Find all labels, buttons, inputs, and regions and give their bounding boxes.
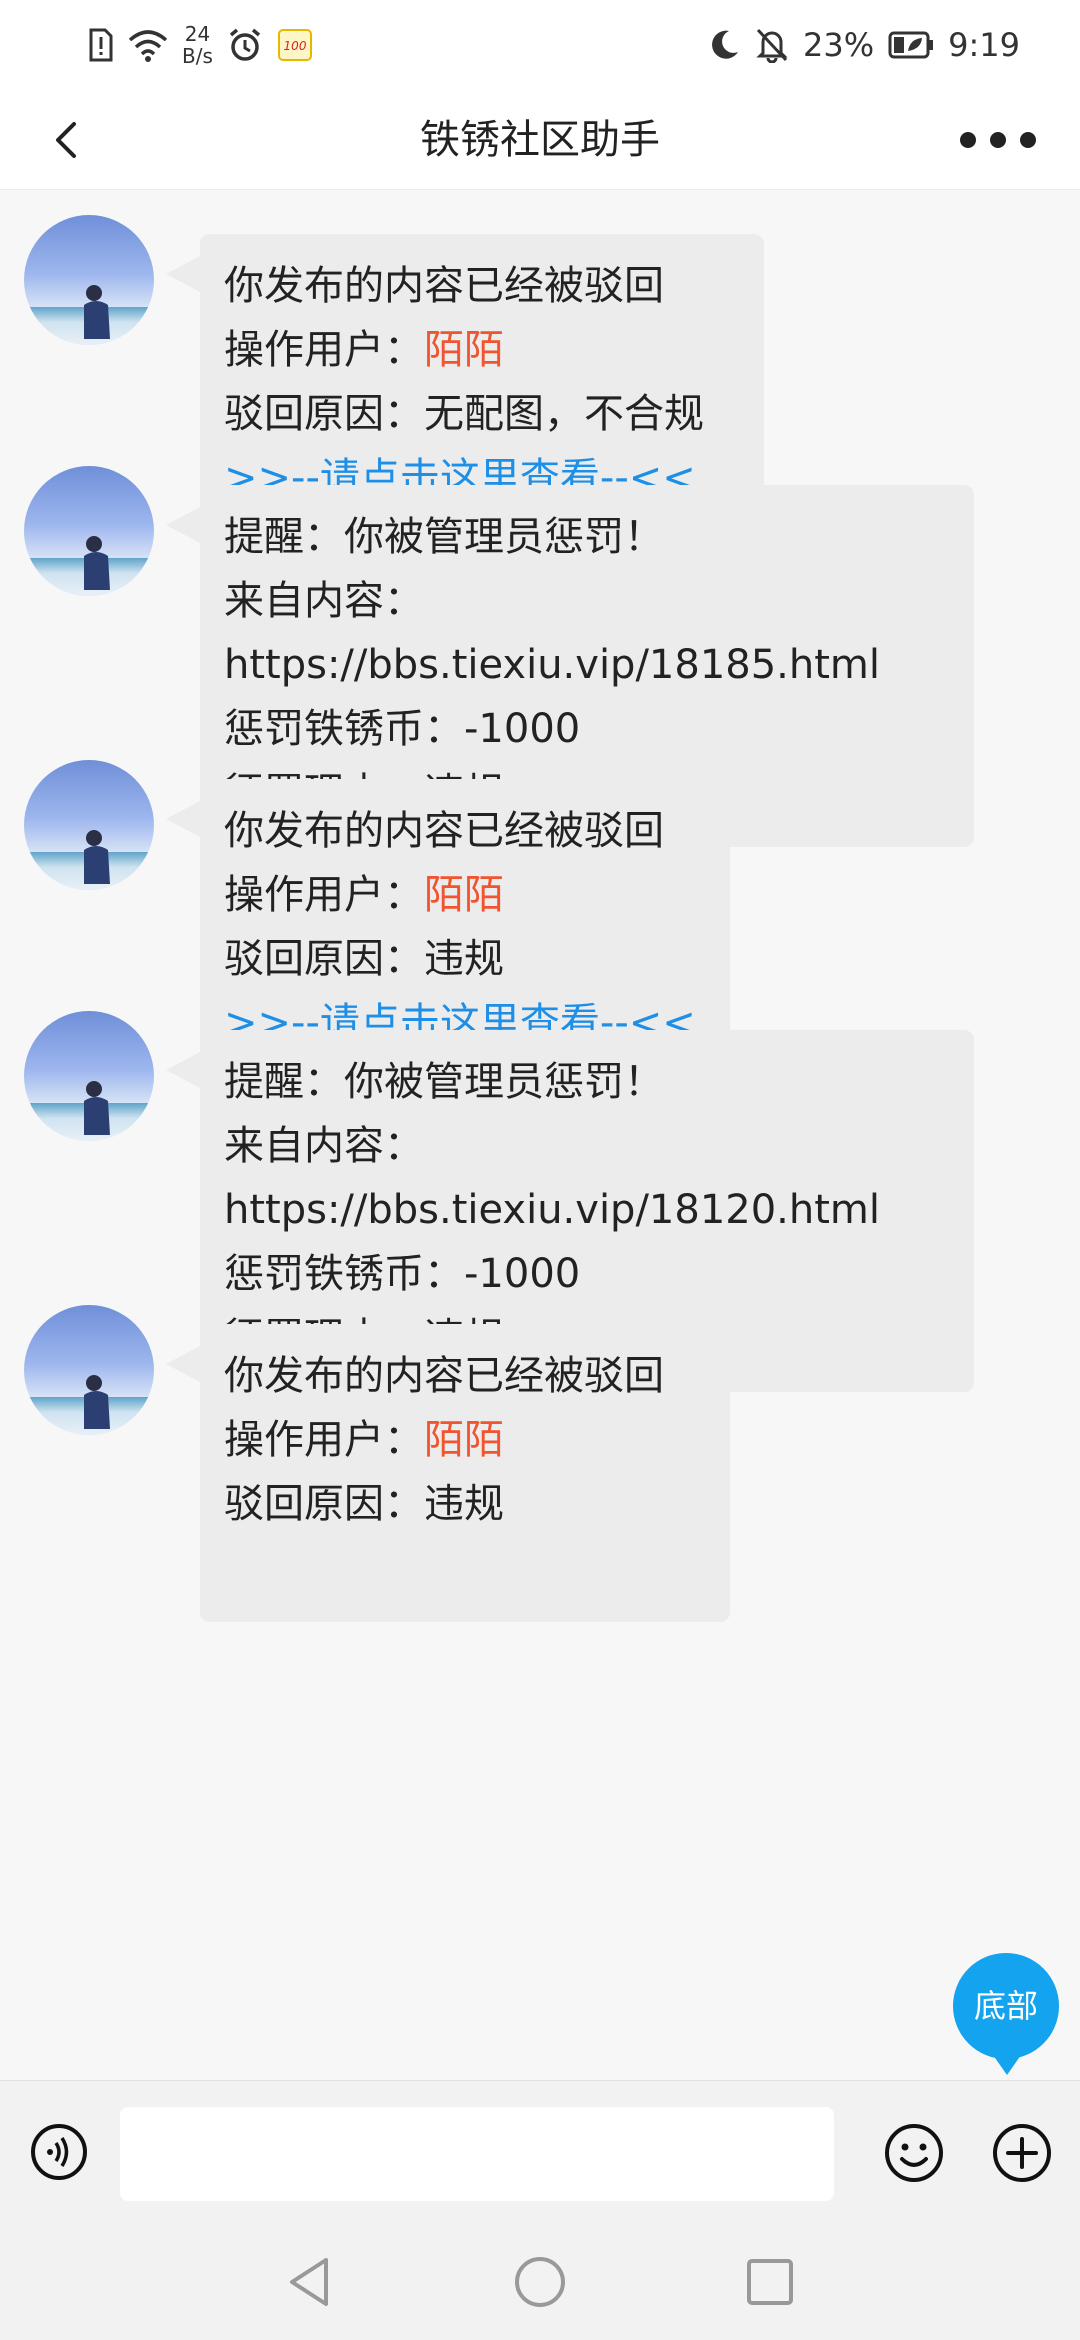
avatar[interactable] bbox=[24, 215, 154, 345]
reject-reason: 驳回原因：违规 bbox=[224, 936, 504, 982]
operator-line: 操作用户：陌陌 bbox=[224, 863, 706, 927]
plus-button[interactable] bbox=[992, 2123, 1052, 2183]
status-bar-right: 23% 9:19 bbox=[709, 18, 1020, 72]
system-nav-bar bbox=[0, 2220, 1080, 2340]
source-label: 来自内容： bbox=[224, 1123, 424, 1169]
operator-label: 操作用户： bbox=[224, 327, 424, 373]
nav-back-icon bbox=[290, 2258, 328, 2306]
nav-recent-icon bbox=[747, 2259, 793, 2305]
emoji-icon bbox=[885, 2124, 943, 2182]
moon-icon bbox=[709, 28, 741, 62]
operator-line: 操作用户：陌陌 bbox=[224, 318, 740, 382]
emoji-button[interactable] bbox=[884, 2123, 944, 2183]
avatar-person bbox=[84, 1375, 110, 1429]
avatar[interactable] bbox=[24, 1305, 154, 1435]
avatar-person bbox=[84, 536, 110, 590]
wifi-icon bbox=[128, 28, 168, 62]
clock: 9:19 bbox=[948, 26, 1020, 64]
network-speed-value: 24 bbox=[184, 22, 211, 46]
nav-back-button[interactable] bbox=[282, 2254, 338, 2310]
status-bar: 24 B/s 100 23% 9:19 bbox=[0, 0, 1080, 90]
voice-button[interactable] bbox=[30, 2123, 88, 2181]
battery-saver-icon bbox=[888, 31, 934, 59]
operator-line: 操作用户：陌陌 bbox=[224, 1408, 706, 1472]
voice-icon bbox=[31, 2124, 87, 2180]
message-title: 你发布的内容已经被驳回 bbox=[224, 808, 664, 854]
message-title: 提醒：你被管理员惩罚！ bbox=[224, 1059, 664, 1105]
operator-name[interactable]: 陌陌 bbox=[424, 1417, 504, 1463]
reject-reason: 驳回原因：无配图，不合规 bbox=[224, 391, 704, 437]
message-title: 你发布的内容已经被驳回 bbox=[224, 1353, 664, 1399]
score-100-icon: 100 bbox=[277, 28, 313, 62]
penalty-line: 惩罚铁锈币：-1000 bbox=[224, 706, 581, 752]
network-speed: 24 B/s bbox=[182, 23, 213, 67]
nav-recent-button[interactable] bbox=[742, 2254, 798, 2310]
alarm-icon bbox=[227, 27, 263, 63]
avatar[interactable] bbox=[24, 1011, 154, 1141]
avatar[interactable] bbox=[24, 760, 154, 890]
message-title: 提醒：你被管理员惩罚！ bbox=[224, 514, 664, 560]
status-bar-left: 24 B/s 100 bbox=[88, 18, 313, 72]
mute-bell-icon bbox=[755, 27, 789, 63]
title-bar: 铁锈社区助手 bbox=[0, 90, 1080, 190]
battery-percent: 23% bbox=[803, 26, 875, 64]
nav-home-button[interactable] bbox=[512, 2254, 568, 2310]
network-speed-unit: B/s bbox=[182, 44, 213, 68]
operator-label: 操作用户： bbox=[224, 1417, 424, 1463]
operator-name[interactable]: 陌陌 bbox=[424, 327, 504, 373]
input-bar bbox=[0, 2080, 1080, 2220]
more-button[interactable] bbox=[956, 120, 1040, 160]
avatar-person bbox=[84, 830, 110, 884]
message-bubble: 你发布的内容已经被驳回 操作用户：陌陌 驳回原因：违规 bbox=[166, 1324, 730, 1622]
avatar-person bbox=[84, 285, 110, 339]
sim-alert-icon bbox=[88, 28, 114, 62]
reject-reason: 驳回原因：违规 bbox=[224, 1481, 504, 1527]
avatar-person bbox=[84, 1081, 110, 1135]
page-title: 铁锈社区助手 bbox=[420, 117, 660, 163]
source-url[interactable]: https://bbs.tiexiu.vip/18185.html bbox=[224, 633, 950, 697]
source-label: 来自内容： bbox=[224, 578, 424, 624]
plus-icon bbox=[993, 2124, 1051, 2182]
operator-name[interactable]: 陌陌 bbox=[424, 872, 504, 918]
penalty-line: 惩罚铁锈币：-1000 bbox=[224, 1251, 581, 1297]
more-dots-icon bbox=[960, 132, 1036, 148]
message-input[interactable] bbox=[120, 2107, 834, 2201]
message-title: 你发布的内容已经被驳回 bbox=[224, 263, 664, 309]
scroll-to-bottom-button[interactable]: 底部 bbox=[953, 1953, 1059, 2075]
chat-list[interactable]: 你发布的内容已经被驳回 操作用户：陌陌 驳回原因：无配图，不合规 >>--请点击… bbox=[0, 191, 1080, 2080]
nav-home-icon bbox=[515, 2257, 565, 2307]
message-overflow-spacer bbox=[224, 1536, 706, 1600]
source-url[interactable]: https://bbs.tiexiu.vip/18120.html bbox=[224, 1178, 950, 1242]
operator-label: 操作用户： bbox=[224, 872, 424, 918]
avatar[interactable] bbox=[24, 466, 154, 596]
svg-text:100: 100 bbox=[283, 39, 306, 53]
